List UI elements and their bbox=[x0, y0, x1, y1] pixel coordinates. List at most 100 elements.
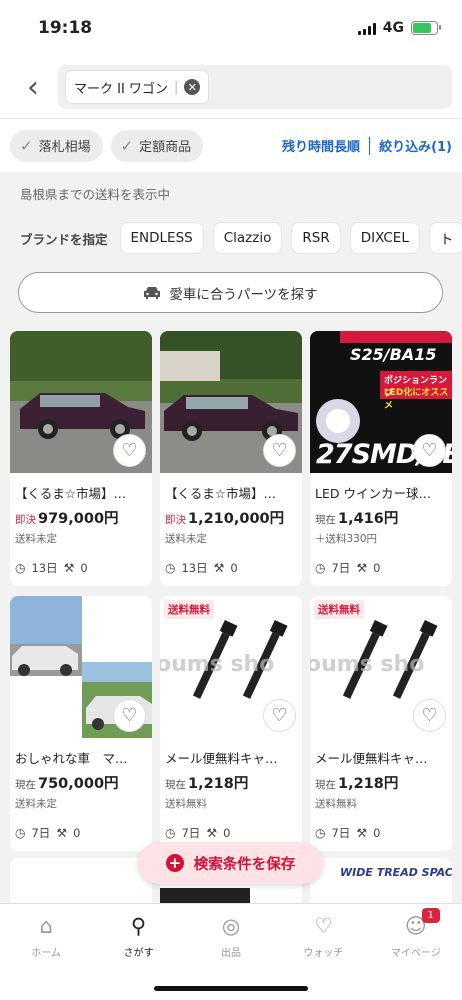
product-meta: ◷ 7日 ⚒ 0 bbox=[165, 825, 230, 841]
save-search-label: 検索条件を保存 bbox=[193, 856, 296, 873]
days-left: 13日 bbox=[31, 561, 58, 575]
price-amount: 1,218円 bbox=[338, 776, 399, 792]
watch-heart-icon[interactable]: ♡ bbox=[263, 434, 296, 467]
tab-watch[interactable]: ♡ ウォッチ bbox=[277, 904, 369, 968]
product-card[interactable]: oums sho 送料無料 ♡ メール便無料キャ… 現在 1,218円 送料無料… bbox=[160, 596, 302, 851]
product-image: ♡ bbox=[10, 596, 152, 738]
bid-count: 0 bbox=[230, 561, 238, 575]
gavel-icon: ⚒ bbox=[63, 561, 75, 575]
price-label: 現在 bbox=[165, 779, 186, 791]
product-image: ♡ bbox=[10, 331, 152, 473]
tab-label: 出品 bbox=[221, 947, 242, 959]
product-card-peek[interactable] bbox=[10, 858, 152, 903]
status-time: 19:18 bbox=[38, 18, 93, 38]
product-title: メール便無料キャ… bbox=[315, 751, 428, 766]
free-shipping-badge: 送料無料 bbox=[314, 600, 364, 619]
product-title: 【くるま☆市場】… bbox=[15, 486, 126, 501]
search-input[interactable]: マーク II ワゴン | ✕ bbox=[58, 65, 452, 109]
days-left: 7日 bbox=[181, 826, 201, 840]
product-card[interactable]: S25/BA15 ポジションランプ LED化にオススメ 27SMD/LE ♡ L… bbox=[310, 331, 452, 586]
product-image: ♡ bbox=[160, 331, 302, 473]
product-card[interactable]: ♡ 【くるま☆市場】… 即決 1,210,000円 送料未定 ◷ 13日 ⚒ 0 bbox=[160, 331, 302, 586]
brand-chip[interactable]: DIXCEL bbox=[349, 222, 420, 254]
divider bbox=[369, 136, 371, 155]
shipping-text: 送料未定 bbox=[15, 798, 57, 810]
product-title: 【くるま☆市場】… bbox=[165, 486, 276, 501]
watermark-text: oums sho bbox=[160, 652, 275, 677]
gavel-icon: ⚒ bbox=[206, 826, 218, 840]
product-image: oums sho 送料無料 ♡ bbox=[310, 596, 452, 738]
product-card[interactable]: oums sho 送料無料 ♡ メール便無料キャ… 現在 1,218円 送料無料… bbox=[310, 596, 452, 851]
product-price: 現在 1,218円 bbox=[315, 772, 447, 793]
product-card[interactable]: ♡ 【くるま☆市場】… 即決 979,000円 送料未定 ◷ 13日 ⚒ 0 bbox=[10, 331, 152, 586]
product-image: S25/BA15 ポジションランプ LED化にオススメ 27SMD/LE ♡ bbox=[310, 331, 452, 473]
price-amount: 1,218円 bbox=[188, 776, 249, 792]
product-price: 即決 1,210,000円 bbox=[165, 507, 297, 528]
tab-sell[interactable]: ◎ 出品 bbox=[185, 904, 277, 968]
product-title: LED ウインカー球… bbox=[315, 486, 431, 501]
bid-count: 0 bbox=[373, 561, 381, 575]
battery-icon bbox=[411, 21, 441, 35]
brand-chip[interactable]: ENDLESS bbox=[119, 222, 204, 254]
watch-heart-icon[interactable]: ♡ bbox=[263, 699, 296, 732]
network-label: 4G bbox=[382, 20, 404, 36]
price-label: 現在 bbox=[315, 779, 336, 791]
product-price: 即決 979,000円 bbox=[15, 507, 147, 528]
free-shipping-badge: 送料無料 bbox=[164, 600, 214, 619]
home-icon: ⌂ bbox=[39, 913, 53, 938]
price-label: 即決 bbox=[165, 514, 186, 526]
product-card-peek[interactable]: WIDE TREAD SPAC bbox=[310, 858, 452, 903]
product-card[interactable]: ♡ おしゃれな車 マ… 現在 750,000円 送料未定 ◷ 7日 ⚒ 0 bbox=[10, 596, 152, 851]
clear-icon[interactable]: ✕ bbox=[184, 79, 201, 95]
watch-heart-icon[interactable]: ♡ bbox=[413, 699, 446, 732]
save-search-button[interactable]: + 検索条件を保存 bbox=[138, 842, 323, 884]
clock-icon: ◷ bbox=[165, 826, 176, 840]
check-icon: ✓ bbox=[20, 136, 33, 155]
bid-count: 0 bbox=[73, 826, 81, 840]
filter-row: ✓ 落札相場 ✓ 定額商品 残り時間長順 絞り込み(1) bbox=[0, 118, 462, 172]
shipping-text: 送料無料 bbox=[315, 798, 357, 810]
find-parts-label: 愛車に合うパーツを探す bbox=[169, 286, 318, 303]
refine-link[interactable]: 絞り込み(1) bbox=[379, 136, 452, 155]
find-parts-button[interactable]: 愛車に合うパーツを探す bbox=[18, 272, 443, 313]
filter-chip-closed-price[interactable]: ✓ 落札相場 bbox=[10, 129, 103, 162]
car-icon bbox=[144, 286, 161, 299]
back-icon[interactable]: ‹ bbox=[16, 70, 50, 105]
watch-heart-icon[interactable]: ♡ bbox=[413, 434, 446, 467]
shipping-text: 送料未定 bbox=[15, 533, 57, 545]
days-left: 7日 bbox=[331, 826, 351, 840]
brand-chip[interactable]: ト bbox=[428, 222, 462, 254]
sort-link[interactable]: 残り時間長順 bbox=[282, 136, 360, 155]
clock-icon: ◷ bbox=[15, 826, 26, 840]
price-amount: 1,210,000円 bbox=[188, 511, 285, 527]
led-sub2: LED化にオススメ bbox=[384, 388, 449, 411]
search-icon: ⚲ bbox=[130, 913, 147, 938]
search-bar: ‹ マーク II ワゴン | ✕ bbox=[0, 56, 462, 118]
peek-image bbox=[160, 888, 250, 903]
tab-bar: ⌂ ホーム ⚲ さがす ◎ 出品 ♡ ウォッチ ☺ マイページ 1 bbox=[0, 903, 462, 1000]
days-left: 7日 bbox=[331, 561, 351, 575]
check-icon: ✓ bbox=[120, 136, 134, 155]
search-chip-label: マーク II ワゴン bbox=[74, 81, 168, 97]
product-title: メール便無料キャ… bbox=[165, 751, 278, 766]
brand-row: ブランドを指定 ENDLESS Clazzio RSR DIXCEL ト bbox=[0, 220, 462, 256]
filter-chip-fixed-price[interactable]: ✓ 定額商品 bbox=[110, 129, 204, 162]
product-price: 現在 750,000円 bbox=[15, 772, 147, 793]
price-label: 現在 bbox=[15, 779, 36, 791]
tab-mypage[interactable]: ☺ マイページ 1 bbox=[370, 904, 462, 968]
product-meta: ◷ 7日 ⚒ 0 bbox=[15, 825, 80, 841]
signal-icon bbox=[357, 22, 376, 35]
gavel-icon: ⚒ bbox=[356, 561, 368, 575]
brand-chip[interactable]: RSR bbox=[291, 222, 341, 254]
brand-chip[interactable]: Clazzio bbox=[212, 222, 283, 254]
watch-heart-icon[interactable]: ♡ bbox=[113, 699, 146, 732]
search-chip[interactable]: マーク II ワゴン | ✕ bbox=[66, 71, 209, 103]
home-indicator bbox=[154, 986, 308, 991]
tab-home[interactable]: ⌂ ホーム bbox=[0, 904, 92, 968]
product-price: 現在 1,416円 bbox=[315, 507, 447, 528]
tab-search[interactable]: ⚲ さがす bbox=[92, 904, 184, 968]
filter-chip-label: 落札相場 bbox=[38, 140, 91, 155]
watch-heart-icon[interactable]: ♡ bbox=[113, 434, 146, 467]
tab-label: マイページ bbox=[390, 947, 441, 959]
shipping-text: ＋送料330円 bbox=[315, 533, 378, 545]
